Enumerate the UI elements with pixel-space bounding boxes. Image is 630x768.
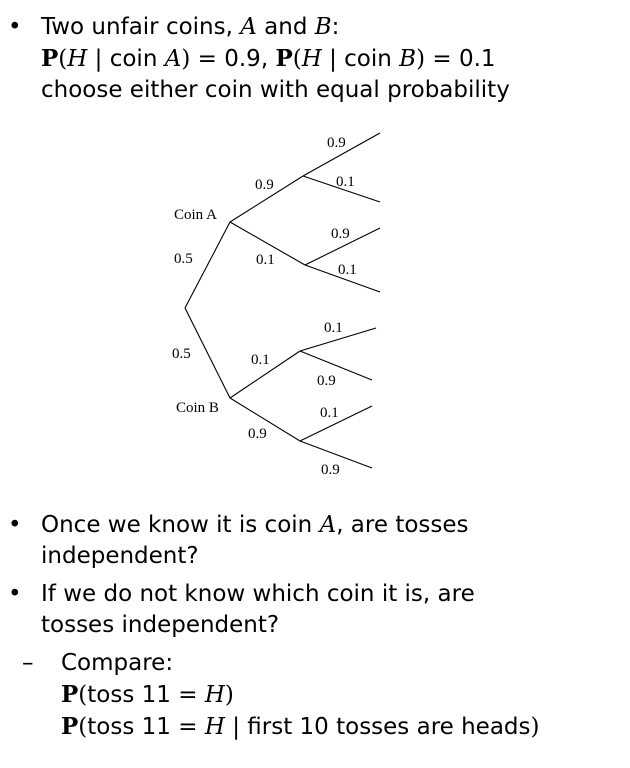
equals: = [170, 714, 205, 740]
var-a: A [319, 512, 337, 538]
prob-b-first-t: 0.9 [248, 426, 267, 442]
equals: = [170, 682, 205, 708]
sub-bullet-compare: Compare: P(toss 11 = H) P(toss 11 = H | … [61, 648, 540, 743]
prob-symbol: P [61, 681, 79, 708]
sub-bullet-marker: – [22, 650, 34, 676]
prob-b-th: 0.1 [320, 405, 339, 421]
text: , are tosses [336, 512, 469, 538]
prob-root-to-b: 0.5 [172, 346, 191, 362]
unknown-coin-line1: If we do not know which coin it is, are [41, 581, 475, 607]
prob-b-first-h: 0.1 [251, 352, 270, 368]
prob-a-hh: 0.9 [327, 135, 346, 151]
expr-unconditional: P(toss 11 = H) [61, 679, 540, 711]
prob-root-to-a: 0.5 [174, 251, 193, 267]
known-coin-line2: independent? [41, 543, 199, 569]
bullet-marker: • [8, 512, 22, 538]
branch-root-to-coin-b [184, 307, 231, 399]
prob-a-ht: 0.1 [336, 174, 355, 190]
prob-b-ht: 0.9 [317, 373, 336, 389]
text: toss 11 [87, 682, 171, 708]
compare-label: Compare: [61, 650, 174, 676]
paren: ) [224, 682, 234, 708]
prob-a-first-h: 0.9 [255, 177, 274, 193]
prob-b-hh: 0.1 [324, 320, 343, 336]
paren: ) [530, 714, 540, 740]
expr-conditional: P(toss 11 = H | first 10 tosses are head… [61, 711, 540, 743]
bullet-known-coin-question: Once we know it is coin A, are tosses in… [41, 510, 469, 572]
known-coin-line1: Once we know it is coin A, are tosses [41, 510, 469, 541]
branch-b-ht [299, 350, 373, 381]
prob-a-first-t: 0.1 [256, 252, 275, 268]
text: Once we know it is coin [41, 512, 320, 538]
prob-a-th: 0.9 [331, 226, 350, 242]
prob-a-tt: 0.1 [338, 262, 357, 278]
unknown-coin-line2: tosses independent? [41, 612, 280, 638]
prob-symbol: P [61, 713, 79, 740]
paren: ( [78, 682, 88, 708]
coin-a-label: Coin A [174, 207, 217, 223]
prob-b-tt: 0.9 [321, 462, 340, 478]
text: toss 11 [87, 714, 171, 740]
bullet-unknown-coin-question: If we do not know which coin it is, are … [41, 579, 475, 641]
bullet-marker: • [8, 581, 22, 607]
var-h: H [204, 714, 225, 740]
coin-b-label: Coin B [176, 400, 219, 416]
conditional-bar: | [224, 714, 248, 740]
var-h: H [204, 682, 225, 708]
text: first 10 tosses are heads [247, 714, 531, 740]
paren: ( [78, 714, 88, 740]
